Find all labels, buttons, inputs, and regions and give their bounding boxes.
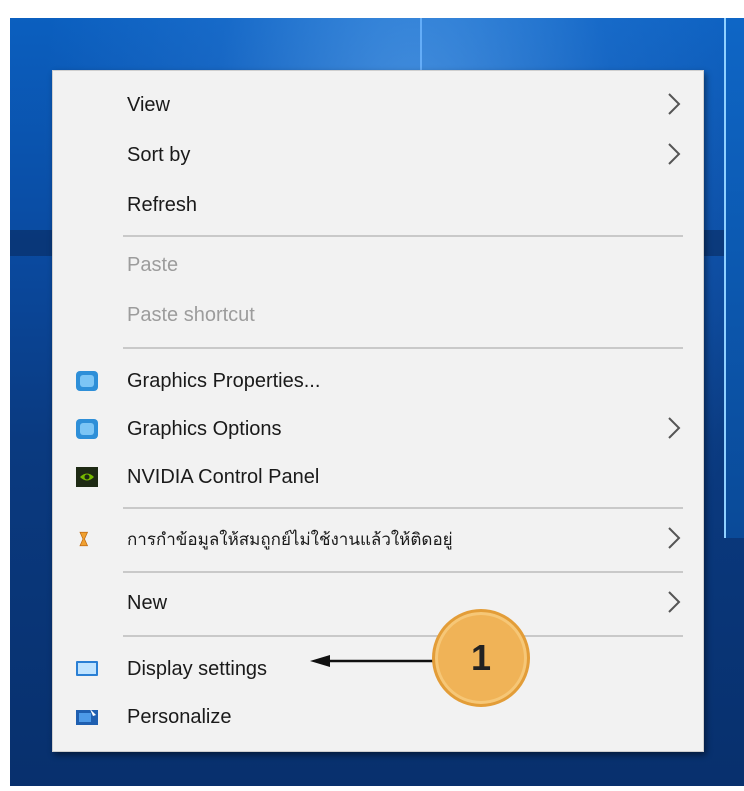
desktop-window-edge [724, 18, 744, 538]
menu-item-label: View [127, 93, 170, 116]
hourglass-icon [79, 531, 89, 547]
menu-item-paste-shortcut[interactable]: Paste shortcut [53, 293, 703, 337]
menu-item-label: Graphics Properties... [127, 369, 321, 392]
menu-item-label: NVIDIA Control Panel [127, 465, 320, 488]
step-number: 1 [470, 637, 492, 678]
menu-item-personalize[interactable]: Personalize [53, 695, 703, 739]
chevron-right-icon [668, 143, 681, 165]
chevron-right-icon [668, 591, 681, 613]
menu-separator [123, 571, 683, 573]
menu-separator [123, 347, 683, 349]
nvidia-icon [76, 467, 98, 487]
menu-item-graphics-options[interactable]: Graphics Options [53, 407, 703, 451]
intel-graphics-icon [76, 419, 98, 439]
personalize-icon [76, 709, 98, 725]
menu-item-label: Display settings [127, 657, 268, 680]
menu-item-paste[interactable]: Paste [53, 243, 703, 287]
menu-item-label: Graphics Options [127, 417, 282, 440]
desktop-context-menu: View Sort by Refresh Paste Paste shortcu… [52, 70, 704, 752]
menu-separator [123, 235, 683, 237]
menu-item-nvidia-control-panel[interactable]: NVIDIA Control Panel [53, 455, 703, 499]
menu-item-graphics-properties[interactable]: Graphics Properties... [53, 359, 703, 403]
menu-item-new[interactable]: New [53, 581, 703, 625]
step-callout-badge: 1 [432, 609, 530, 707]
menu-item-label: Refresh [127, 193, 198, 216]
menu-item-sort-by[interactable]: Sort by [53, 133, 703, 177]
menu-separator [123, 635, 683, 637]
menu-item-view[interactable]: View [53, 83, 703, 127]
menu-item-label: Sort by [127, 143, 191, 166]
menu-separator [123, 507, 683, 509]
menu-item-label: การกำข้อมูลให้สมถูกย์ไม่ใช้งานแล้วให้ติด… [127, 529, 453, 549]
chevron-right-icon [668, 417, 681, 439]
menu-item-label: Paste shortcut [127, 303, 255, 326]
callout-arrow [310, 655, 434, 667]
menu-item-label: Personalize [127, 705, 232, 728]
display-settings-icon [76, 661, 98, 676]
menu-item-label: Paste [127, 253, 179, 276]
menu-item-thai-tool[interactable]: การกำข้อมูลให้สมถูกย์ไม่ใช้งานแล้วให้ติด… [53, 517, 703, 561]
chevron-right-icon [668, 93, 681, 115]
chevron-right-icon [668, 527, 681, 549]
menu-item-label: New [127, 591, 168, 614]
menu-item-refresh[interactable]: Refresh [53, 183, 703, 227]
intel-graphics-icon [76, 371, 98, 391]
desktop-highlight-line [420, 18, 422, 78]
